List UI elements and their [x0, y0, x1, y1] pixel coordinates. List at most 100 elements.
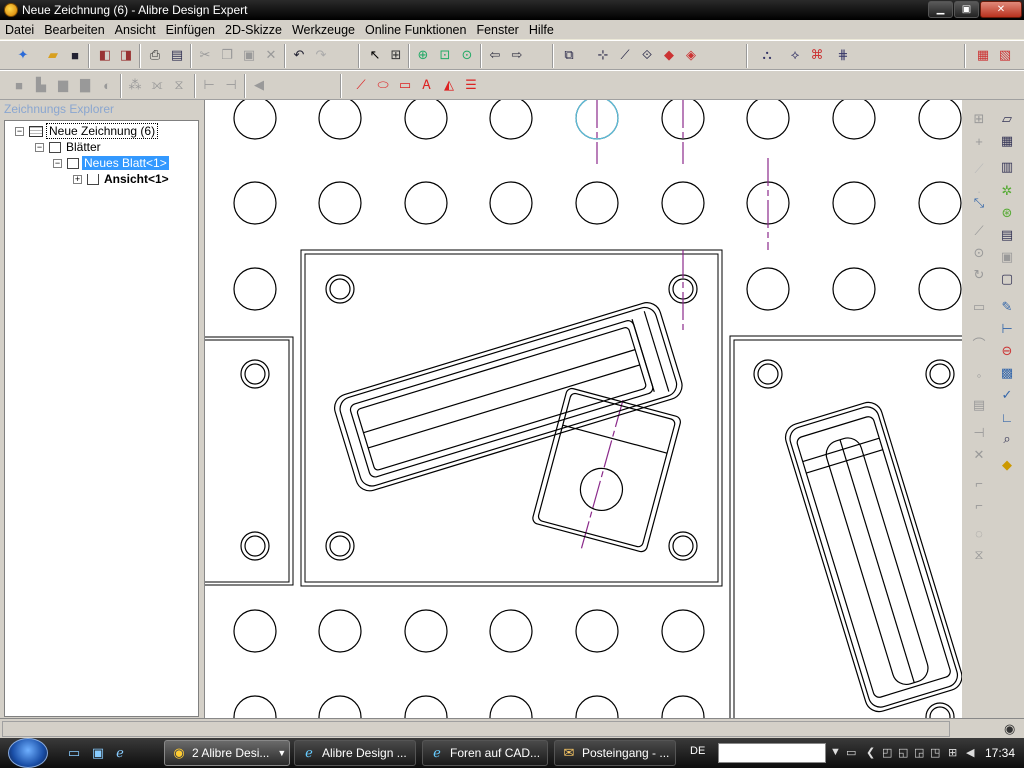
collapse-icon[interactable]: − [53, 158, 62, 168]
fillet-icon[interactable]: ⌐ [970, 474, 988, 492]
chamfer-icon[interactable]: ⌐ [970, 496, 988, 514]
line-icon[interactable]: ⟋ [970, 222, 988, 240]
drawing-svg[interactable] [205, 100, 962, 718]
sheet-grid-icon[interactable]: ⊞ [970, 110, 988, 128]
tray-minimize-icon[interactable]: ▭ [846, 746, 856, 759]
section-view-icon[interactable]: ⟋ [616, 46, 634, 64]
ellipse-tool-icon[interactable]: ⬭ [374, 76, 392, 94]
tray-app-icon[interactable]: ◱ [898, 746, 908, 759]
tray-app-icon[interactable]: ◲ [914, 746, 924, 759]
trim-icon[interactable]: ⊢ [200, 76, 218, 94]
start-button[interactable] [8, 738, 48, 768]
offset-icon[interactable]: ◌ [970, 524, 988, 542]
switch-windows-icon[interactable]: ▣ [90, 745, 106, 761]
previous-view-icon[interactable]: ⇦ [486, 46, 504, 64]
dimension-icon[interactable]: ⊹ [594, 46, 612, 64]
minimize-button[interactable]: ▁ [928, 1, 953, 18]
weld-icon[interactable]: ▩ [998, 364, 1016, 382]
annotation-icon[interactable]: ⛬ [758, 46, 776, 64]
print-preview-icon[interactable]: ▤ [168, 46, 186, 64]
menu-bearbeiten[interactable]: Bearbeiten [39, 23, 109, 37]
expand-icon[interactable]: + [73, 174, 82, 184]
zoom-window-icon[interactable]: ⊡ [436, 46, 454, 64]
language-indicator[interactable]: DE [690, 745, 705, 757]
circle-icon[interactable]: ⊙ [970, 244, 988, 262]
volume-icon[interactable]: ◀ [966, 746, 974, 759]
menu-online-funktionen[interactable]: Online Funktionen [360, 23, 471, 37]
rectangle-tool-icon[interactable]: ▭ [396, 76, 414, 94]
import-icon[interactable]: ◧ [96, 46, 114, 64]
view-type-icon[interactable]: ⧉ [560, 46, 578, 64]
angle-icon[interactable]: ∟ [998, 408, 1016, 426]
show-desktop-icon[interactable]: ▭ [66, 745, 82, 761]
tool-icon[interactable]: ⟋ [970, 160, 988, 178]
taskbar-button-alibre-group[interactable]: ◉ 2 Alibre Desi... ▼ [164, 740, 290, 766]
tray-expand-icon[interactable]: ❮ [866, 746, 875, 759]
bom-icon[interactable]: ⌘ [808, 46, 826, 64]
block-icon[interactable]: ■ [10, 76, 28, 94]
publish-icon[interactable]: ◀ [250, 76, 268, 94]
edit-note-icon[interactable]: ✎ [998, 298, 1016, 316]
redo-icon[interactable]: ↷ [312, 46, 330, 64]
export-icon[interactable]: ◨ [117, 46, 135, 64]
select-box-icon[interactable]: ⊞ [387, 46, 405, 64]
menu-einfuegen[interactable]: Einfügen [161, 23, 220, 37]
auxiliary-view-icon[interactable]: ◈ [682, 46, 700, 64]
layer-icon[interactable]: ◐ [98, 76, 116, 94]
hole-table-icon[interactable]: ⟡ [786, 46, 804, 64]
checkmark-icon[interactable]: ✓ [998, 386, 1016, 404]
cut-icon[interactable]: ✂ [196, 46, 214, 64]
drawing-canvas[interactable] [204, 100, 962, 718]
tray-app-icon[interactable]: ◳ [930, 746, 940, 759]
datum-icon[interactable]: ⊛ [998, 204, 1016, 222]
save-icon[interactable]: ■ [66, 46, 84, 64]
tree-node-drawing[interactable]: − Neue Zeichnung (6) [15, 123, 159, 139]
menu-2d-skizze[interactable]: 2D-Skizze [220, 23, 287, 37]
intersect-icon[interactable]: ✕ [970, 446, 988, 464]
hatch-icon[interactable]: ▤ [998, 226, 1016, 244]
menu-hilfe[interactable]: Hilfe [524, 23, 559, 37]
inspect-icon[interactable]: ⌕ [998, 430, 1016, 448]
new-icon[interactable]: ✦ [14, 46, 32, 64]
align-icon[interactable]: ⤡ [970, 194, 988, 212]
menu-fenster[interactable]: Fenster [471, 23, 523, 37]
tree-node-view[interactable]: + Ansicht<1> [73, 171, 171, 187]
fill-tool-icon[interactable]: ◭ [440, 76, 458, 94]
rect-icon[interactable]: ▭ [970, 298, 988, 316]
pattern-icon[interactable]: ⁂ [126, 76, 144, 94]
taskbar-button-foren[interactable]: ℯ Foren auf CAD... [422, 740, 548, 766]
grid-icon[interactable]: ⋕ [834, 46, 852, 64]
layers-icon[interactable]: ◆ [998, 456, 1016, 474]
arc-icon[interactable]: ↻ [970, 266, 988, 284]
internet-explorer-icon[interactable]: ℯ [112, 745, 128, 761]
mirror-icon[interactable]: ⟗ [148, 76, 166, 94]
taskbar-button-alibre-ie[interactable]: ℯ Alibre Design ... [294, 740, 416, 766]
copy-icon[interactable]: ❐ [218, 46, 236, 64]
collapse-icon[interactable]: − [15, 126, 24, 136]
collapse-icon[interactable]: − [35, 142, 44, 152]
pdf-export-icon[interactable]: ▦ [974, 46, 992, 64]
paste-icon[interactable]: ▣ [240, 46, 258, 64]
note-icon[interactable]: ▢ [998, 270, 1016, 288]
broken-view-icon[interactable]: ◆ [660, 46, 678, 64]
array-icon[interactable]: ⧖ [170, 76, 188, 94]
calculator-icon[interactable]: ▦ [998, 132, 1016, 150]
new-sheet-icon[interactable]: ▱ [998, 110, 1016, 128]
tray-app-icon[interactable]: ◰ [882, 746, 892, 759]
text-box-icon[interactable]: ▤ [970, 396, 988, 414]
clock[interactable]: 17:34 [985, 746, 1015, 760]
taskbar-button-posteingang[interactable]: ✉ Posteingang - ... [554, 740, 676, 766]
detail-view-icon[interactable]: ⟐ [638, 46, 656, 64]
maximize-button[interactable]: ▣ [954, 1, 979, 18]
unlock-icon[interactable]: ▇ [76, 76, 94, 94]
network-icon[interactable]: ⊞ [948, 746, 957, 759]
zoom-fit-icon[interactable]: ⊙ [458, 46, 476, 64]
pdf-settings-icon[interactable]: ▧ [996, 46, 1014, 64]
select-pointer-icon[interactable]: ↖ [366, 46, 384, 64]
print-icon[interactable]: ⎙ [146, 46, 164, 64]
layout-icon[interactable]: ▥ [998, 158, 1016, 176]
extend-icon[interactable]: ⊣ [222, 76, 240, 94]
point-icon[interactable]: ◦ [970, 366, 988, 384]
tree-node-sheet[interactable]: − Neues Blatt<1> [53, 155, 169, 171]
centermark-icon[interactable]: ▣ [998, 248, 1016, 266]
